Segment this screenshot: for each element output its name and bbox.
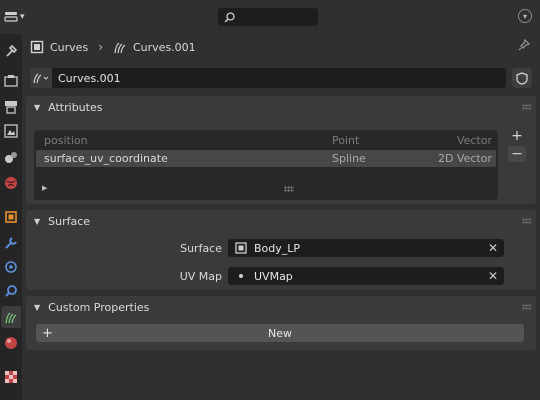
uvmap-field[interactable]: UVMap ✕: [228, 267, 504, 285]
list-item[interactable]: position Point Vector: [36, 132, 496, 149]
list-filter-triangle-icon[interactable]: ▶: [42, 184, 47, 192]
chevron-down-circle-icon[interactable]: ▾: [518, 9, 532, 23]
custom-properties-title: Custom Properties: [48, 300, 150, 314]
new-property-button[interactable]: + New: [36, 324, 524, 342]
breadcrumb-object: Curves: [50, 40, 89, 54]
shield-icon: [516, 71, 528, 85]
tool-icon: [6, 44, 18, 57]
datablock-browse-button[interactable]: [30, 68, 52, 88]
breadcrumb: Curves › Curves.001: [30, 36, 196, 58]
attribute-name: position: [44, 134, 88, 147]
search-icon: [224, 11, 235, 23]
object-tab[interactable]: [1, 206, 21, 228]
material-icon: [5, 337, 17, 349]
breadcrumb-data: Curves.001: [133, 40, 196, 54]
editor-type-selector[interactable]: ▾: [4, 7, 32, 27]
constraints-tab[interactable]: [1, 280, 21, 302]
expand-triangle-icon: ▼: [34, 216, 41, 226]
scene-tab[interactable]: [1, 146, 21, 168]
search-input[interactable]: [218, 8, 318, 26]
curves-data-icon: [33, 73, 49, 84]
attribute-type: 2D Vector: [437, 152, 492, 165]
chevron-down-icon: ▾: [20, 12, 25, 22]
constraints-icon: [5, 285, 17, 297]
datablock-name-field[interactable]: Curves.001: [52, 68, 506, 88]
attribute-domain: Spline: [332, 152, 366, 165]
expand-triangle-icon: ▼: [34, 102, 41, 112]
clear-icon[interactable]: ✕: [488, 269, 498, 283]
pin-icon[interactable]: [518, 38, 531, 54]
clear-icon[interactable]: ✕: [488, 241, 498, 255]
curves-object-icon: [30, 40, 44, 54]
view-layer-icon: [4, 124, 18, 138]
add-attribute-button[interactable]: +: [508, 128, 526, 144]
modifiers-tab[interactable]: [1, 232, 21, 254]
new-button-label: New: [268, 326, 292, 340]
surface-panel-header[interactable]: ▼ Surface: [26, 210, 538, 232]
data-tab[interactable]: [1, 306, 21, 328]
drag-grip-icon[interactable]: [522, 304, 532, 310]
object-icon: [234, 242, 248, 254]
output-icon: [5, 101, 17, 114]
physics-tab[interactable]: [1, 256, 21, 278]
plus-icon: +: [42, 325, 53, 341]
tool-tab[interactable]: [1, 40, 21, 62]
properties-main: Curves › Curves.001 Curves.001 ▼ Attribu…: [22, 34, 540, 400]
drag-grip-icon[interactable]: [522, 218, 532, 224]
attributes-title: Attributes: [48, 100, 103, 114]
attribute-domain: Point: [332, 134, 360, 147]
custom-properties-panel-header[interactable]: ▼ Custom Properties: [26, 296, 538, 318]
world-icon: [5, 177, 17, 189]
curves-data-icon: [114, 42, 126, 54]
render-tab[interactable]: [1, 70, 21, 92]
curves-data-icon: [5, 312, 17, 324]
uvmap-label: UV Map: [179, 270, 222, 283]
material-tab[interactable]: [1, 332, 21, 354]
texture-icon: [5, 371, 17, 383]
attribute-type: Vector: [456, 134, 492, 147]
attribute-name: surface_uv_coordinate: [44, 152, 168, 165]
datablock-selector: Curves.001: [30, 68, 506, 88]
texture-tab[interactable]: [1, 366, 21, 388]
output-tab[interactable]: [1, 96, 21, 118]
chevron-right-icon: ›: [98, 40, 103, 54]
drag-grip-icon[interactable]: [522, 104, 532, 110]
render-icon: [4, 75, 18, 87]
attribute-list: position Point Vector surface_uv_coordin…: [34, 130, 498, 200]
attributes-panel-header[interactable]: ▼ Attributes: [26, 96, 538, 118]
properties-header: ▾ ▾: [0, 0, 540, 34]
surface-value: Body_LP: [254, 241, 301, 255]
view-layer-tab[interactable]: [1, 120, 21, 142]
object-icon: [5, 211, 17, 223]
surface-label: Surface: [180, 242, 222, 255]
dot-icon: [234, 270, 248, 282]
scene-icon: [5, 152, 17, 163]
surface-object-field[interactable]: Body_LP ✕: [228, 239, 504, 257]
remove-attribute-button[interactable]: −: [508, 146, 526, 162]
properties-editor-icon: [4, 12, 18, 22]
property-tabs: [0, 34, 22, 400]
expand-triangle-icon: ▼: [34, 302, 41, 312]
list-resize-grip-icon[interactable]: [284, 186, 294, 192]
physics-icon: [5, 261, 17, 273]
list-item[interactable]: surface_uv_coordinate Spline 2D Vector: [36, 150, 496, 167]
wrench-icon: [5, 237, 17, 249]
uvmap-value: UVMap: [254, 269, 293, 283]
fake-user-button[interactable]: [512, 68, 532, 88]
surface-title: Surface: [48, 214, 91, 228]
world-tab[interactable]: [1, 172, 21, 194]
